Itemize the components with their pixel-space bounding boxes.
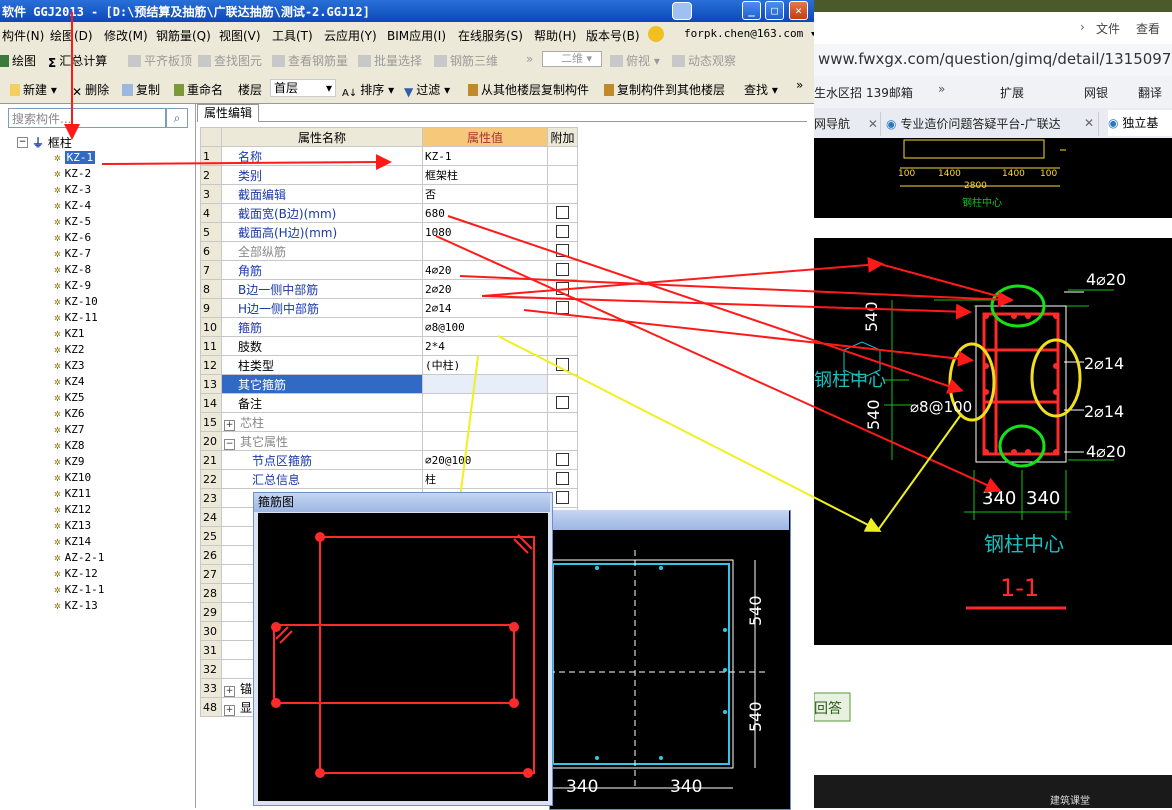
section-dim-b2: 340 [670,777,703,797]
section-drawing [549,550,769,790]
section-dim-h2: 540 [746,701,765,732]
stirrup-diagram-title[interactable]: 箍筋图 [254,493,550,512]
stirrup-diagram [258,513,548,801]
section-drawing-titlebar[interactable] [549,510,789,530]
section-dim-h1: 540 [746,595,765,626]
section-dim-b1: 340 [566,777,599,797]
